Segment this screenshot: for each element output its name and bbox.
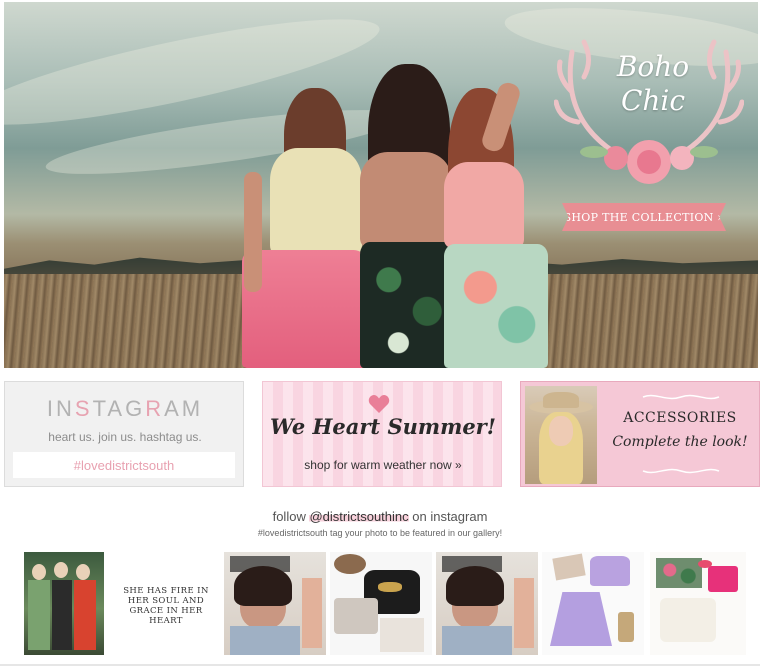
gallery-black-top-outfit[interactable] [330,552,432,655]
instagram-banner[interactable]: INSTAGRAM heart us. join us. hashtag us.… [4,381,244,487]
follow-tagline: #lovedistrictsouth tag your photo to be … [257,528,503,538]
instagram-handle-link[interactable]: @districtsouthinc [309,509,409,524]
accessories-model-photo [525,386,597,484]
hero-banner[interactable]: Boho Chic SHOP THE COLLECTION » [4,2,758,368]
shop-collection-button[interactable]: SHOP THE COLLECTION » [562,203,726,231]
gallery-magazine-cover[interactable] [224,552,326,655]
summer-title: We Heart Summer! [270,414,496,439]
gallery-quote[interactable]: SHE HAS FIRE IN HER SOUL AND GRACE IN HE… [118,586,214,626]
instagram-title: INSTAGRAM [46,396,204,421]
flourish-bottom-icon [642,468,720,474]
accessories-subtitle: Complete the look! [612,434,748,450]
gallery-lavender-outfit[interactable] [542,552,644,655]
gallery-floral-outfit[interactable] [650,552,746,655]
follow-instagram-line: follow @districtsouthinc on instagram [272,509,488,524]
gallery-photo-group[interactable] [24,552,104,655]
heart-icon [368,395,390,413]
boho-chic-title: Boho Chic [616,50,690,117]
gallery-magazine-cover[interactable] [436,552,538,655]
instagram-subtitle: heart us. join us. hashtag us. [48,430,202,444]
summer-banner[interactable]: We Heart Summer! shop for warm weather n… [262,381,502,487]
accessories-banner[interactable]: ACCESSORIES Complete the look! [520,381,760,487]
flourish-top-icon [642,394,720,400]
bottom-divider [0,664,760,666]
summer-shop-link[interactable]: shop for warm weather now » [263,458,501,472]
accessories-title: ACCESSORIES [623,410,737,426]
instagram-hashtag[interactable]: #lovedistrictsouth [13,452,235,478]
